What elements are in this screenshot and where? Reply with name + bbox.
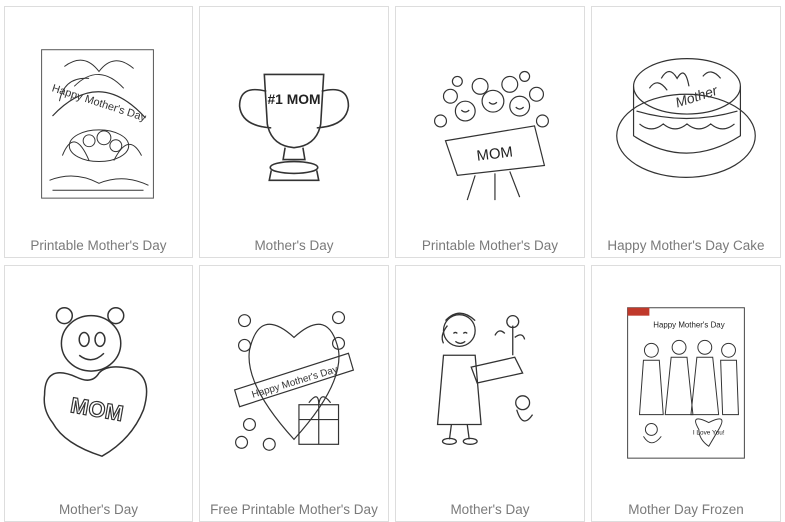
card-title[interactable]: Printable Mother's Day — [396, 238, 584, 253]
coloring-card[interactable]: MOM Printable Mother's Day — [395, 6, 585, 258]
image-caption: Happy Mother's Day — [653, 321, 724, 330]
coloring-thumbnail[interactable]: MOM — [396, 7, 584, 227]
card-title[interactable]: Free Printable Mother's Day — [200, 502, 388, 517]
card-title[interactable]: Happy Mother's Day Cake — [592, 238, 780, 253]
coloring-card[interactable]: Happy Mother's Day Free Printable Mother… — [199, 265, 389, 522]
image-caption-secondary: I Love You! — [693, 429, 725, 436]
coloring-pages-grid: Happy Mother's Day Printable Mother's Da… — [0, 0, 785, 522]
card-title[interactable]: Printable Mother's Day — [5, 238, 192, 253]
coloring-card[interactable]: #1 MOM Mother's Day — [199, 6, 389, 258]
coloring-card[interactable]: Mother Happy Mother's Day Cake — [591, 6, 781, 258]
coloring-card[interactable]: MOM Mother's Day — [4, 265, 193, 522]
coloring-thumbnail[interactable]: Mother — [592, 7, 780, 227]
coloring-card[interactable]: Happy Mother's Day I Love You! Mother Da… — [591, 265, 781, 522]
image-caption: MOM — [476, 144, 514, 164]
image-caption: Happy Mother's Day — [50, 82, 148, 124]
card-title[interactable]: Mother's Day — [5, 502, 192, 517]
image-caption: MOM — [69, 392, 126, 426]
card-title[interactable]: Mother's Day — [200, 238, 388, 253]
coloring-card[interactable]: Mother's Day — [395, 265, 585, 522]
coloring-card[interactable]: Happy Mother's Day Printable Mother's Da… — [4, 6, 193, 258]
image-caption: Mother — [673, 82, 720, 111]
image-caption: #1 MOM — [267, 91, 320, 107]
coloring-thumbnail[interactable]: Happy Mother's Day I Love You! — [592, 266, 780, 491]
coloring-thumbnail[interactable]: Happy Mother's Day — [200, 266, 388, 491]
coloring-thumbnail[interactable]: Happy Mother's Day — [5, 7, 192, 227]
coloring-thumbnail[interactable] — [396, 266, 584, 491]
coloring-thumbnail[interactable]: MOM — [5, 266, 192, 491]
image-caption: Happy Mother's Day — [251, 364, 340, 401]
card-title[interactable]: Mother's Day — [396, 502, 584, 517]
card-title[interactable]: Mother Day Frozen — [592, 502, 780, 517]
coloring-thumbnail[interactable]: #1 MOM — [200, 7, 388, 227]
